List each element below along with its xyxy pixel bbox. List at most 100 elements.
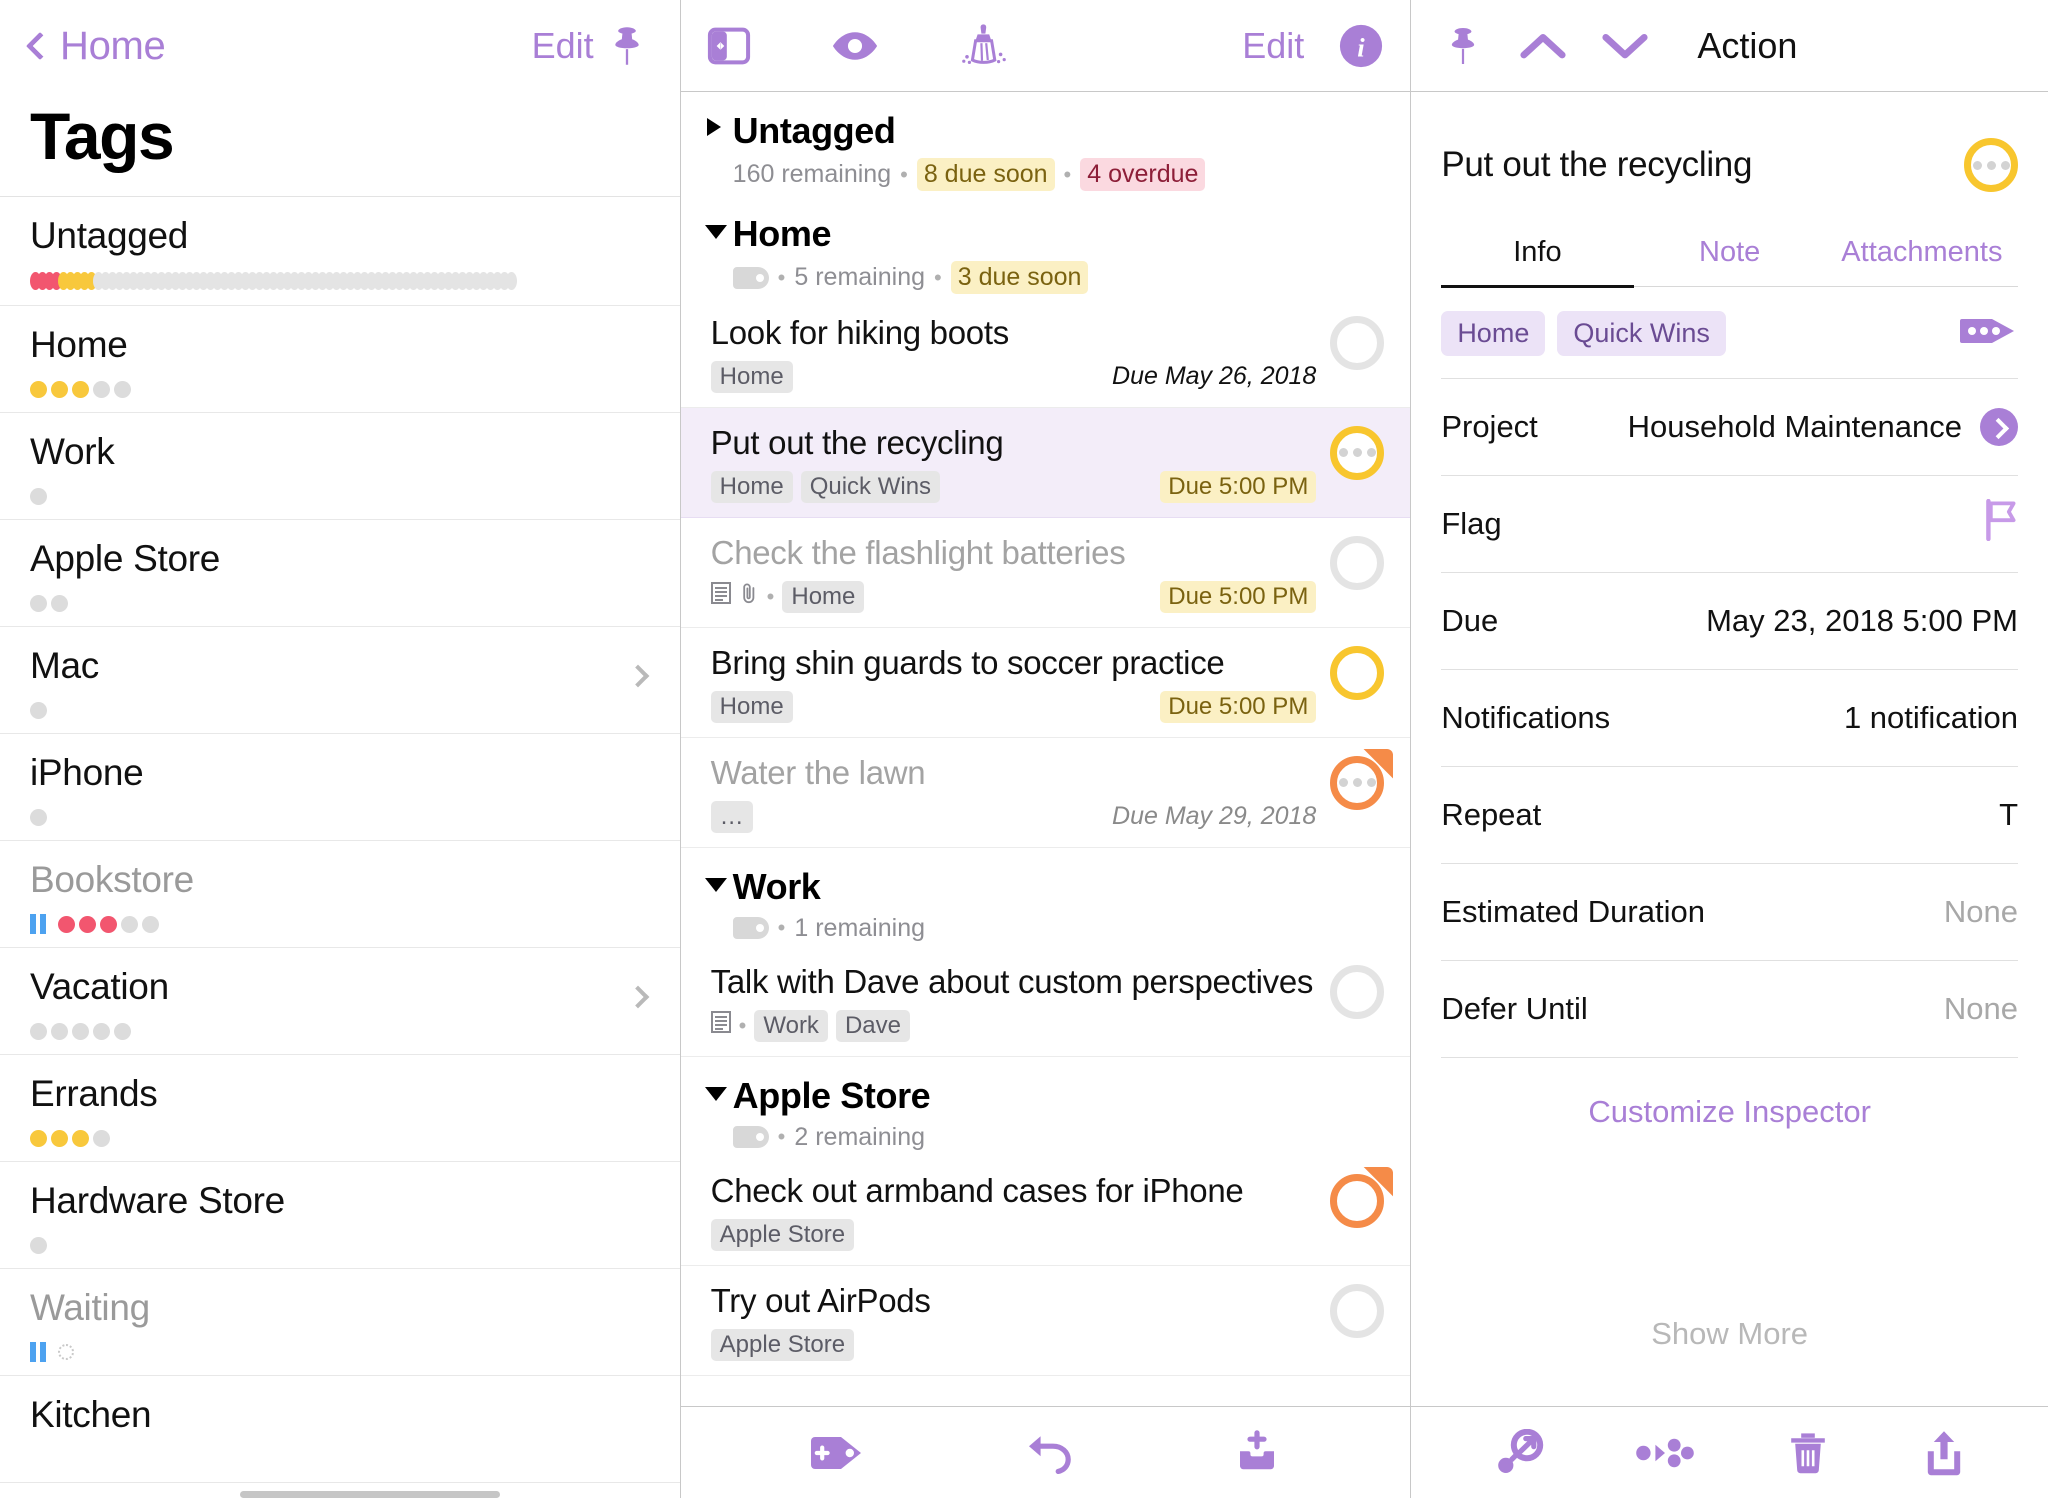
tag-chip[interactable]: Home: [782, 580, 865, 613]
group-header[interactable]: Work • 1 remaining: [681, 848, 1411, 947]
sidebar-item-mac[interactable]: Mac: [0, 627, 680, 734]
row-label: Defer Until: [1441, 991, 1588, 1026]
bullet: •: [738, 1012, 747, 1038]
tab-info[interactable]: Info: [1441, 222, 1634, 288]
tag-assign-icon[interactable]: [1493, 1428, 1545, 1477]
task-status-circle[interactable]: [1330, 1166, 1394, 1228]
row-value: 1 notification: [1843, 700, 2018, 735]
task-status-circle[interactable]: [1330, 535, 1385, 590]
pin-icon[interactable]: [1441, 24, 1485, 68]
move-icon[interactable]: [1635, 1436, 1695, 1470]
pin-icon[interactable]: [604, 23, 650, 69]
task-row[interactable]: Talk with Dave about custom perspectives…: [680, 947, 1411, 1057]
tag-chip[interactable]: Apple Store: [710, 1328, 855, 1361]
status-dots: [30, 808, 650, 826]
sidebar-item-iphone[interactable]: iPhone: [0, 734, 680, 841]
tab-attachments[interactable]: Attachments: [1826, 222, 2018, 288]
horizontal-scrollbar[interactable]: [240, 1491, 500, 1498]
tag-chip[interactable]: Home: [710, 690, 793, 723]
sidebar-item-waiting[interactable]: Waiting: [0, 1269, 680, 1376]
inspector-title: Action: [1697, 24, 1798, 66]
task-status-circle[interactable]: [1330, 964, 1385, 1019]
pause-icon: [30, 914, 46, 934]
inspector-row-project[interactable]: Project Household Maintenance: [1441, 378, 2018, 475]
inspector-row-estimated-duration[interactable]: Estimated Duration None: [1441, 863, 2018, 960]
customize-inspector-button[interactable]: Customize Inspector: [1441, 1057, 2018, 1166]
add-tag-icon[interactable]: [809, 1433, 865, 1473]
undo-icon[interactable]: [1021, 1431, 1075, 1475]
task-status-circle[interactable]: [1330, 425, 1385, 480]
status-dot: [51, 1129, 68, 1147]
task-row[interactable]: Try out AirPods Apple Store: [680, 1266, 1411, 1376]
flag-icon[interactable]: [1984, 498, 2018, 549]
show-more-button[interactable]: Show More: [1441, 1166, 2018, 1352]
broom-icon[interactable]: [959, 22, 1011, 70]
trash-icon[interactable]: [1786, 1429, 1830, 1477]
sidebar-item-apple-store[interactable]: Apple Store: [0, 520, 680, 627]
sidebar-item-untagged[interactable]: Untagged: [0, 197, 680, 306]
chevron-down-icon[interactable]: [1601, 31, 1649, 61]
due-soon-badge: 3 due soon: [950, 261, 1089, 294]
tag-chip[interactable]: Work: [754, 1009, 828, 1042]
center-edit-button[interactable]: Edit: [1242, 25, 1304, 67]
tag-chip[interactable]: …: [710, 800, 753, 833]
inspector-tag-chip[interactable]: Quick Wins: [1557, 311, 1726, 356]
tag-chip[interactable]: Apple Store: [710, 1218, 855, 1251]
tag-name: Hardware Store: [30, 1180, 285, 1221]
inspector-row-notifications[interactable]: Notifications 1 notification: [1441, 669, 2018, 766]
disclosure-open-icon[interactable]: [704, 225, 727, 239]
task-row[interactable]: Look for hiking boots Home Due May 26, 201…: [680, 298, 1411, 408]
inspector-row-due[interactable]: Due May 23, 2018 5:00 PM: [1441, 572, 2018, 669]
task-metadata: Home Quick Wins Due 5:00 PM: [710, 470, 1317, 503]
sidebar-item-home[interactable]: Home: [0, 306, 680, 413]
task-status-circle[interactable]: [1330, 1283, 1385, 1338]
share-icon[interactable]: [1921, 1428, 1967, 1478]
group-header[interactable]: Apple Store • 2 remaining: [681, 1057, 1411, 1156]
group-header[interactable]: Untagged 160 remaining • 8 due soon • 4 overd…: [681, 92, 1411, 195]
inspector-tag-chip[interactable]: Home: [1441, 311, 1546, 356]
disclosure-open-icon[interactable]: [704, 877, 727, 892]
task-row[interactable]: Bring shin guards to soccer practice Home…: [680, 628, 1411, 738]
sidebar-item-bookstore[interactable]: Bookstore: [0, 841, 680, 948]
tag-chip[interactable]: Home: [710, 360, 793, 393]
task-row[interactable]: Put out the recycling Home Quick Wins Due 5…: [680, 407, 1411, 518]
sidebar-toggle-icon[interactable]: [707, 26, 751, 66]
row-label: Project: [1441, 409, 1538, 444]
group-title: Apple Store: [732, 1074, 931, 1116]
sidebar-item-kitchen[interactable]: Kitchen: [0, 1376, 680, 1483]
task-row[interactable]: Water the lawn … Due May 29, 2018: [680, 738, 1411, 848]
inbox-add-icon[interactable]: [1232, 1429, 1282, 1476]
tag-chip[interactable]: Dave: [835, 1009, 910, 1042]
tab-note[interactable]: Note: [1634, 222, 1826, 288]
group-title: Home: [732, 213, 832, 254]
task-row[interactable]: Check out armband cases for iPhone Apple …: [680, 1156, 1411, 1266]
task-row[interactable]: Check the flashlight batteries • Home Due 5…: [680, 518, 1411, 628]
inspector-row-flag[interactable]: Flag: [1441, 475, 2018, 572]
inspector-row-defer-until[interactable]: Defer Until None: [1441, 960, 2018, 1057]
due-date: Due 5:00 PM: [1160, 690, 1317, 723]
tag-chip[interactable]: Quick Wins: [800, 470, 941, 503]
tag-icon: [732, 266, 769, 289]
open-project-arrow-icon[interactable]: [1980, 408, 2018, 446]
task-status-circle[interactable]: [1330, 748, 1394, 810]
task-status-circle[interactable]: [1330, 645, 1385, 700]
disclosure-closed-icon[interactable]: [706, 118, 721, 136]
sidebar-edit-button[interactable]: Edit: [532, 25, 594, 67]
chevron-up-icon[interactable]: [1519, 31, 1567, 61]
task-list[interactable]: Untagged 160 remaining • 8 due soon • 4 overd…: [680, 92, 1411, 1406]
group-header[interactable]: Home • 5 remaining • 3 due soon: [681, 195, 1411, 298]
sidebar-item-hardware-store[interactable]: Hardware Store: [0, 1162, 680, 1269]
disclosure-open-icon[interactable]: [704, 1086, 727, 1101]
sidebar-item-errands[interactable]: Errands: [0, 1055, 680, 1162]
sidebar-item-work[interactable]: Work: [0, 413, 680, 520]
info-icon[interactable]: i: [1338, 23, 1384, 69]
sidebar-item-vacation[interactable]: Vacation: [0, 948, 680, 1055]
remaining-count: 5 remaining: [794, 263, 926, 291]
task-status-circle[interactable]: [1964, 138, 2018, 192]
back-button[interactable]: Home: [25, 24, 166, 69]
tag-chip[interactable]: Home: [710, 470, 793, 503]
tag-edit-icon[interactable]: [1960, 315, 2018, 352]
eye-icon[interactable]: [831, 29, 879, 63]
inspector-row-repeat[interactable]: Repeat T: [1441, 766, 2018, 863]
task-status-circle[interactable]: [1330, 316, 1385, 370]
